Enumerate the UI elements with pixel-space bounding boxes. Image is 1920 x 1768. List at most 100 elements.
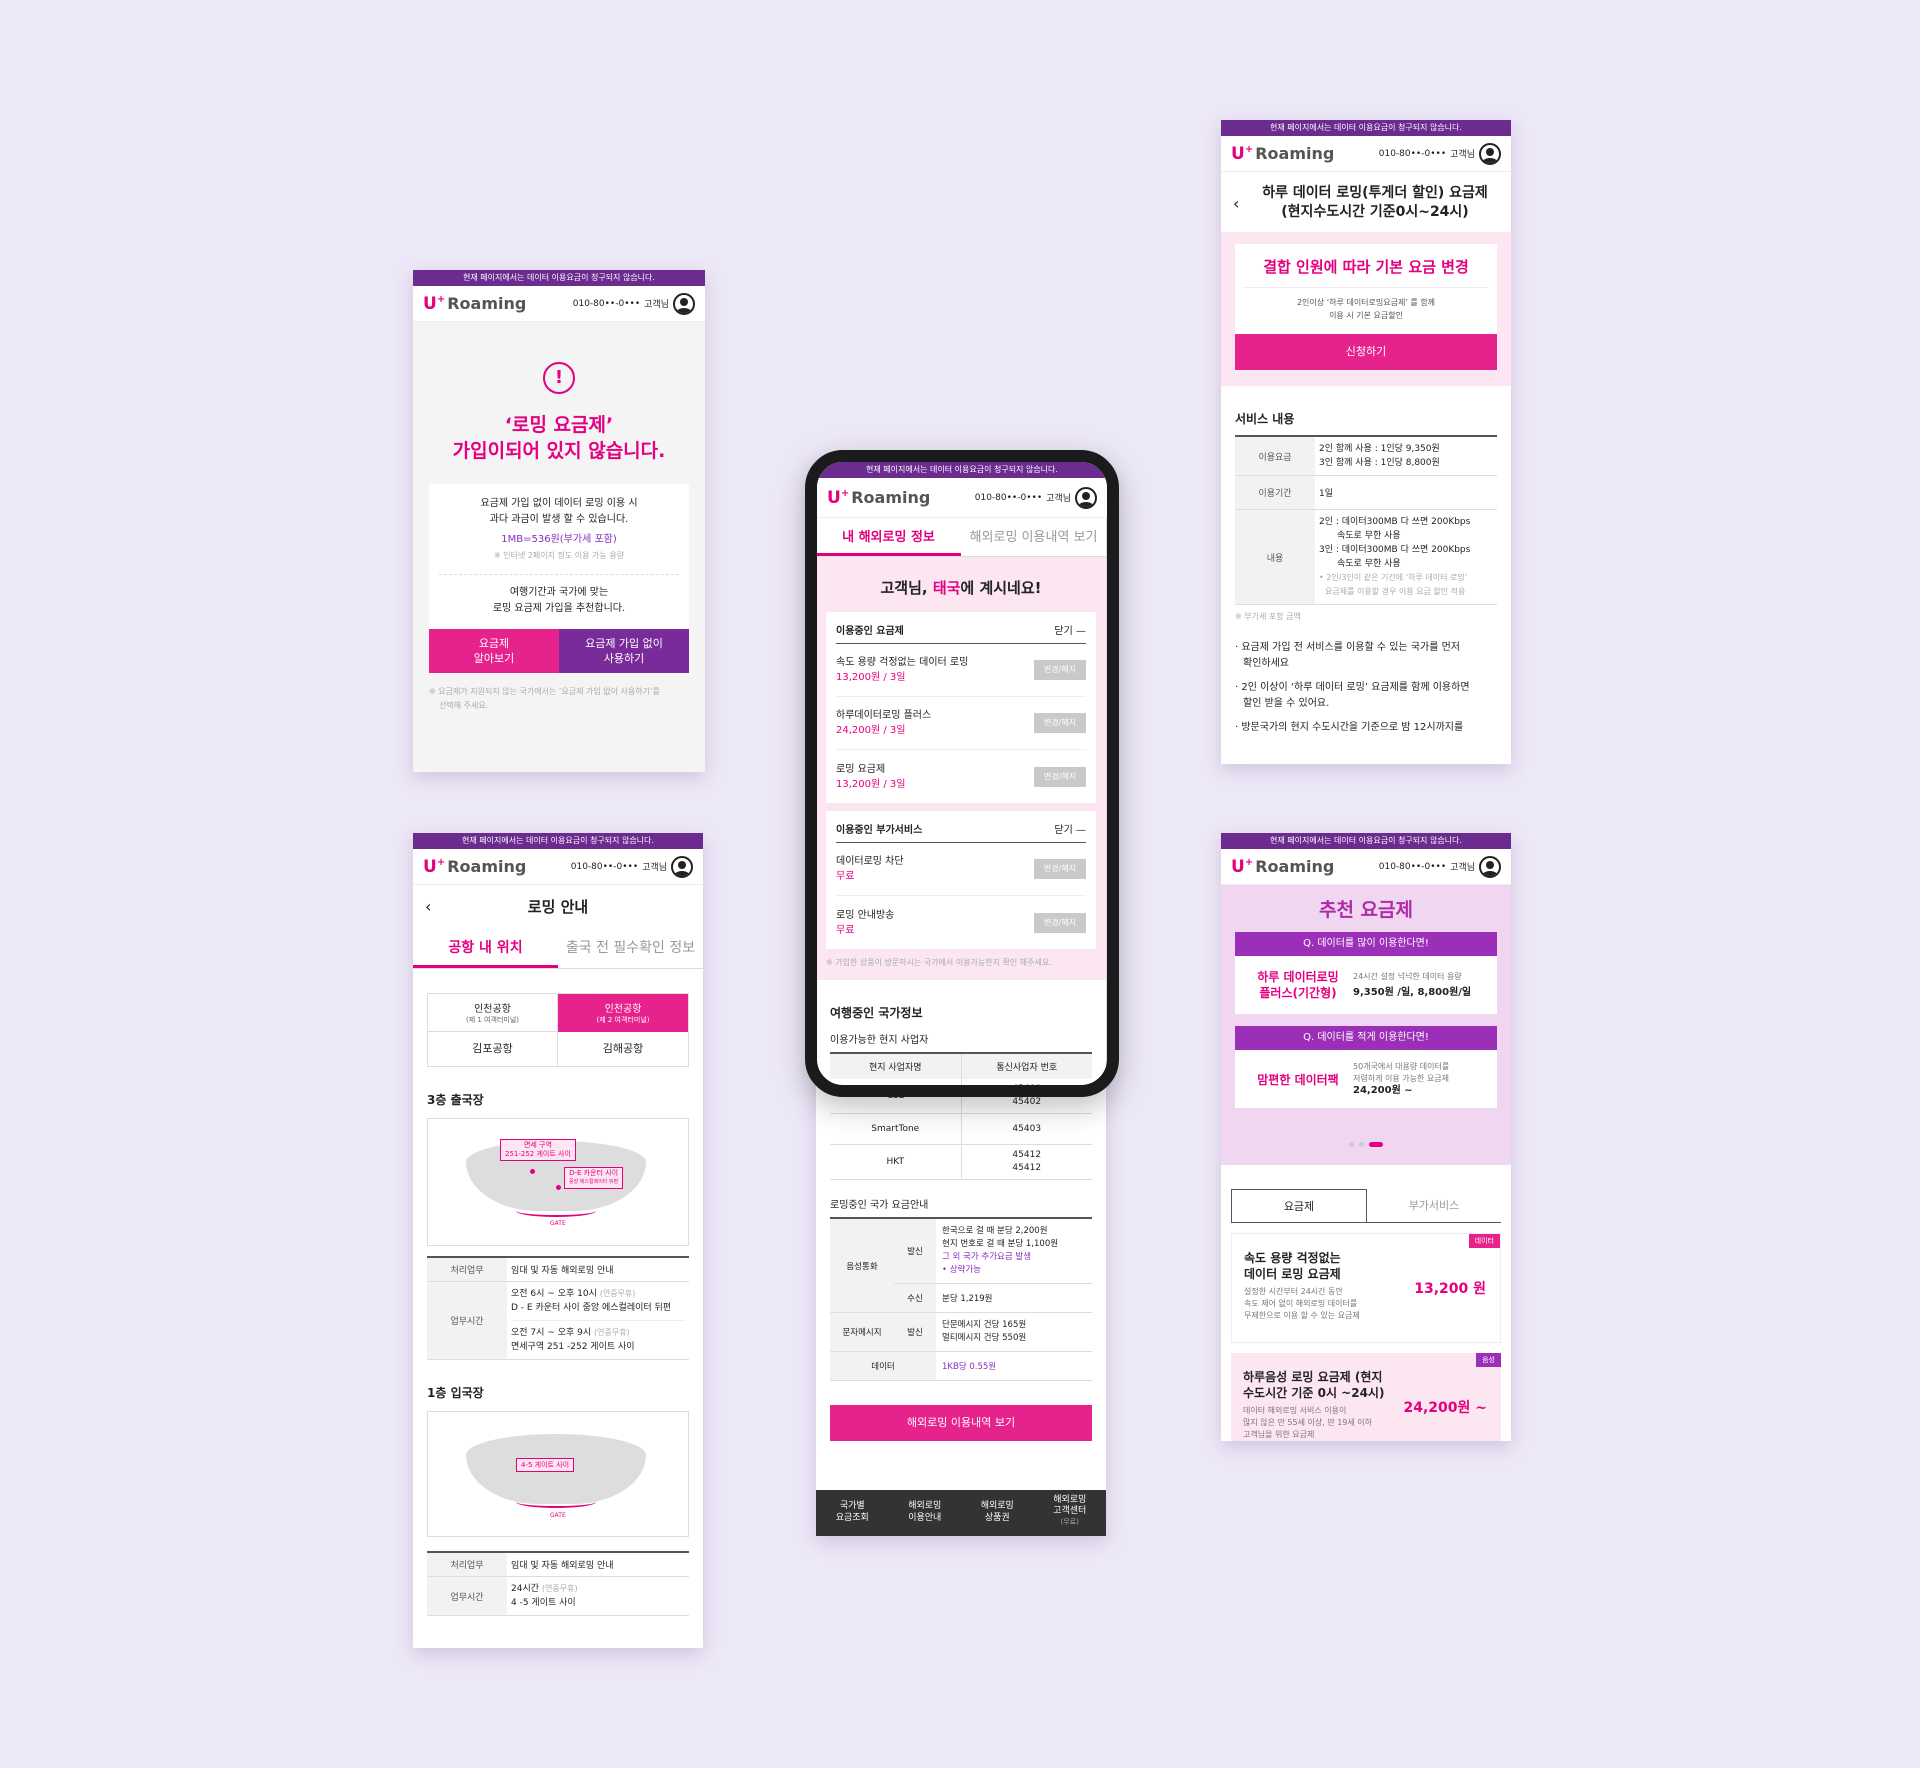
airport-option-active[interactable]: 인천공항 (제 2 여객터미널) bbox=[558, 994, 688, 1032]
nav-rates-by-country[interactable]: 국가별 요금조회 bbox=[816, 1490, 889, 1536]
carriers-title: 이용가능한 현지 사업자 bbox=[830, 1035, 929, 1046]
current-plans-card: 이용중인 요금제 닫기 — 속도 용량 걱정없는 데이터 로밍 13,200원 /… bbox=[826, 612, 1096, 803]
bottom-nav: 국가별 요금조회 해외로밍 이용안내 해외로밍 상품권 해외로밍 고객센터 (무료) bbox=[816, 1490, 1106, 1536]
addon-row: 데이터로밍 차단 무료 변경/해지 bbox=[836, 843, 1086, 896]
collapse-toggle[interactable]: 닫기 — bbox=[1054, 622, 1086, 637]
plan-row: 속도 용량 걱정없는 데이터 로밍 13,200원 / 3일 변경/해지 bbox=[836, 644, 1086, 697]
map-label: 4-5 게이트 사이 bbox=[516, 1458, 575, 1472]
floor-title: 1층 입국장 bbox=[427, 1386, 484, 1400]
greeting: 고객님, 태국에 계시네요! bbox=[880, 579, 1042, 597]
collapse-toggle[interactable]: 닫기 — bbox=[1054, 821, 1086, 836]
plan-card[interactable]: 데이터 속도 용량 걱정없는 데이터 로밍 요금제 설정한 시간부터 24시간 동… bbox=[1231, 1233, 1501, 1343]
notice-bar: 현재 페이지에서는 데이터 이용요금이 청구되지 않습니다. bbox=[413, 833, 703, 849]
change-cancel-button[interactable]: 변경/해지 bbox=[1034, 766, 1086, 787]
question-banner: Q. 데이터를 많이 이용한다면! bbox=[1235, 932, 1497, 956]
tab-addons[interactable]: 부가서비스 bbox=[1367, 1189, 1501, 1222]
screen-recommended-plans: 현재 페이지에서는 데이터 이용요금이 청구되지 않습니다. U + Roaming… bbox=[1221, 833, 1511, 1441]
nav-roaming-voucher[interactable]: 해외로밍 상품권 bbox=[961, 1490, 1034, 1536]
plan-row: 하루데이터로밍 플러스 24,200원 / 3일 변경/해지 bbox=[836, 697, 1086, 750]
view-plans-button[interactable]: 요금제 알아보기 bbox=[429, 629, 559, 673]
tab-airport-location[interactable]: 공항 내 위치 bbox=[413, 929, 558, 968]
map-label: 면세 구역 251-252 게이트 사이 bbox=[500, 1139, 576, 1161]
tab-plans[interactable]: 요금제 bbox=[1231, 1189, 1367, 1222]
info-table: 처리업무 임대 및 자동 해외로밍 안내 업무시간 24시간 (연중무휴) 4 … bbox=[427, 1551, 689, 1616]
change-cancel-button[interactable]: 변경/해지 bbox=[1034, 660, 1086, 680]
screen-plan-detail: 현재 페이지에서는 데이터 이용요금이 청구되지 않습니다. U + Roaming… bbox=[1221, 120, 1511, 764]
back-icon[interactable]: ‹ bbox=[1233, 194, 1239, 213]
user-avatar-icon[interactable] bbox=[673, 292, 695, 315]
logo[interactable]: U + Roaming bbox=[423, 857, 526, 877]
airport-option[interactable]: 김포공항 bbox=[428, 1032, 558, 1066]
page-title: 하루 데이터 로밍(투게더 할인) 요금제 (현지수도시간 기준0시~24시) bbox=[1262, 185, 1488, 220]
logo[interactable]: U + Roaming bbox=[1231, 857, 1334, 877]
country-info-title: 여행중인 국가정보 bbox=[830, 1006, 923, 1020]
screen-not-subscribed: 현재 페이지에서는 데이터 이용요금이 청구되지 않습니다. U + Roaming… bbox=[413, 270, 705, 772]
rates-title: 로밍중인 국가 요금안내 bbox=[830, 1200, 929, 1211]
info-card: 요금제 가입 없이 데이터 로밍 이용 시 과다 과금이 발생 할 수 있습니다… bbox=[429, 484, 689, 629]
logo[interactable]: U + Roaming bbox=[1231, 144, 1334, 164]
user-info: 010-80••-0••• 고객님 bbox=[1379, 142, 1501, 165]
nav-roaming-guide[interactable]: 해외로밍 이용안내 bbox=[889, 1490, 962, 1536]
list-item: · 방문국가의 현지 수도시간을 기준으로 밤 12시까지를 bbox=[1235, 722, 1464, 733]
user-info: 010-80••-0••• 고객님 bbox=[572, 292, 695, 315]
guide-tabs: 공항 내 위치 출국 전 필수확인 정보 bbox=[413, 929, 703, 969]
recommend-card[interactable]: 맘편한 데이터팩 50개국에서 대용량 데이터를 저렴하게 이용 가능한 요금제 2… bbox=[1235, 1050, 1497, 1108]
user-avatar-icon[interactable] bbox=[671, 855, 693, 878]
addons-card: 이용중인 부가서비스 닫기 — 데이터로밍 차단 무료 변경/해지 로밍 안내방송… bbox=[826, 811, 1096, 949]
tab-roaming-history[interactable]: 해외로밍 이용내역 보기 bbox=[961, 518, 1106, 556]
footnote: ※ 요금제가 지원되지 않는 국가에서는 ‘요금제 가입 없이 사용하기’를 선… bbox=[429, 687, 660, 710]
notice-bar: 현재 페이지에서는 데이터 이용요금이 청구되지 않습니다. bbox=[413, 270, 705, 286]
floor-map: 면세 구역 251-252 게이트 사이 D-E 카운터 사이 중앙 에스컬레이터 … bbox=[427, 1118, 689, 1246]
user-avatar-icon[interactable] bbox=[1479, 142, 1501, 165]
floor-title: 3층 출국장 bbox=[427, 1093, 484, 1107]
app-header: U + Roaming 010-80••-0••• 고객님 bbox=[413, 849, 703, 885]
change-cancel-button[interactable]: 변경/해지 bbox=[1034, 713, 1086, 733]
carousel-dots[interactable] bbox=[1235, 1132, 1497, 1151]
location-marker-icon bbox=[556, 1185, 561, 1190]
screen-roaming-guide: 현재 페이지에서는 데이터 이용요금이 청구되지 않습니다. U + Roaming… bbox=[413, 833, 703, 1648]
tab-my-roaming-info[interactable]: 내 해외로밍 정보 bbox=[816, 518, 961, 556]
user-avatar-icon[interactable] bbox=[1479, 855, 1501, 878]
airport-option[interactable]: 김해공항 bbox=[558, 1032, 688, 1066]
change-cancel-button[interactable]: 변경/해지 bbox=[1034, 912, 1086, 933]
phone-number: 010-80••-0••• bbox=[572, 298, 641, 309]
recommend-card[interactable]: 하루 데이터로밍 플러스(기간형) 24시간 설정 넉넉한 데이터 용량 9,350… bbox=[1235, 956, 1497, 1014]
plan-type-tabs: 요금제 부가서비스 bbox=[1231, 1189, 1501, 1223]
list-item: · 2인 이상이 ‘하루 데이터 로밍’ 요금제를 함께 이용하면 할인 받을 수… bbox=[1235, 682, 1470, 709]
nav-customer-center[interactable]: 해외로밍 고객센터 (무료) bbox=[1034, 1490, 1107, 1536]
app-header: U + Roaming 010-80••-0••• 고객님 bbox=[1221, 849, 1511, 885]
map-label: D-E 카운터 사이 중앙 에스컬레이터 뒤편 bbox=[564, 1167, 624, 1189]
apply-button[interactable]: 신청하기 bbox=[1235, 334, 1497, 370]
floor-map: 4-5 게이트 사이 GATE bbox=[427, 1411, 689, 1537]
airport-selector: 인천공항 (제 1 여객터미널) 인천공항 (제 2 여객터미널) 김포공항 김… bbox=[427, 993, 689, 1067]
page-title: ‘로밍 요금제’ 가입이되어 있지 않습니다. bbox=[452, 414, 666, 462]
view-history-button[interactable]: 해외로밍 이용내역 보기 bbox=[830, 1405, 1092, 1441]
notice-bar: 현재 페이지에서는 데이터 이용요금이 청구되지 않습니다. bbox=[1221, 120, 1511, 136]
question-banner: Q. 데이터를 적게 이용한다면! bbox=[1235, 1026, 1497, 1050]
user-info: 010-80••-0••• 고객님 bbox=[571, 855, 693, 878]
addon-row: 로밍 안내방송 무료 변경/해지 bbox=[836, 896, 1086, 949]
back-icon[interactable]: ‹ bbox=[425, 885, 431, 929]
change-cancel-button[interactable]: 변경/해지 bbox=[1034, 859, 1086, 879]
carriers-table: 현지 사업자명 통신사업자 번호 CSL 45400 45402 SmartTon… bbox=[830, 1052, 1092, 1180]
app-header: U + Roaming 010-80••-0••• 고객님 bbox=[413, 286, 705, 322]
location-marker-icon bbox=[530, 1169, 535, 1174]
plan-badge: 음성 bbox=[1476, 1353, 1501, 1367]
app-header: U + Roaming 010-80••-0••• 고객님 bbox=[1221, 136, 1511, 172]
screen-my-roaming-info: 내 해외로밍 정보 해외로밍 이용내역 보기 고객님, 태국에 계시네요! 이용… bbox=[816, 462, 1106, 1536]
promo-card: 결합 인원에 따라 기본 요금 변경 2인이상 ‘하루 데이터로밍요금제’ 를 … bbox=[1235, 244, 1497, 334]
notice-bar: 현재 페이지에서는 데이터 이용요금이 청구되지 않습니다. bbox=[1221, 833, 1511, 849]
alert-icon: ! bbox=[543, 362, 575, 394]
use-without-plan-button[interactable]: 요금제 가입 없이 사용하기 bbox=[559, 629, 689, 673]
info-table: 처리업무 임대 및 자동 해외로밍 안내 업무시간 오전 6시 ~ 오후 10시… bbox=[427, 1256, 689, 1360]
info-tabs: 내 해외로밍 정보 해외로밍 이용내역 보기 bbox=[816, 518, 1106, 557]
user-info: 010-80••-0••• 고객님 bbox=[1379, 855, 1501, 878]
plan-card[interactable]: 음성 하루음성 로밍 요금제 (현지 수도시간 기준 0시 ~24시) 데이터 해… bbox=[1231, 1353, 1501, 1441]
plan-row: 로밍 요금제 13,200원 / 3일 변경/해지 bbox=[836, 750, 1086, 803]
tab-pre-departure-info[interactable]: 출국 전 필수확인 정보 bbox=[558, 929, 703, 968]
service-table: 이용요금 2인 함께 사용 : 1인당 9,350원 3인 함께 사용 : 1인당 … bbox=[1235, 435, 1497, 605]
rates-table: 음성통화 발신 한국으로 걸 때 분당 2,200원 현지 번호로 걸 때 분당… bbox=[830, 1217, 1092, 1381]
airport-option[interactable]: 인천공항 (제 1 여객터미널) bbox=[428, 994, 558, 1032]
logo[interactable]: U + Roaming bbox=[423, 294, 526, 314]
plan-badge: 데이터 bbox=[1468, 1234, 1500, 1248]
